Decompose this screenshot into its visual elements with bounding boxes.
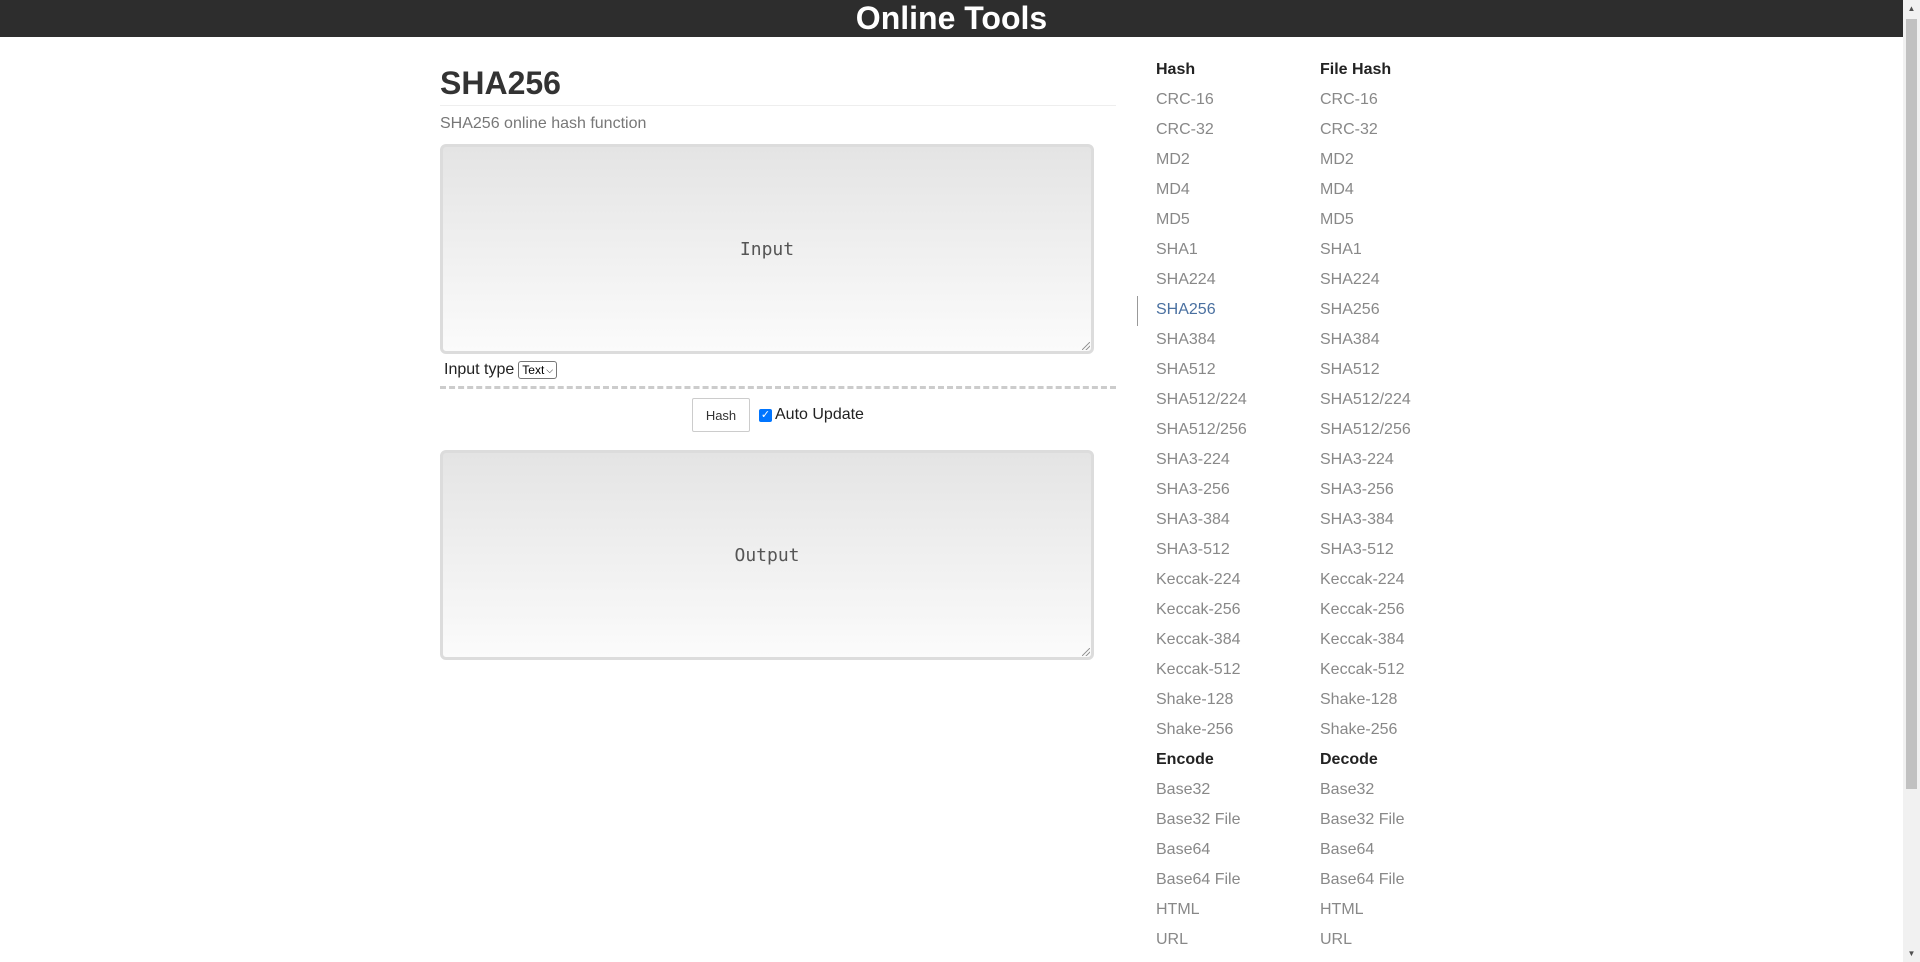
site-title[interactable]: Online Tools (856, 0, 1047, 37)
file-hash-link-shake-256[interactable]: Shake-256 (1320, 721, 1397, 739)
file-hash-link-sha3-384[interactable]: SHA3-384 (1320, 511, 1394, 529)
encode-heading: Encode (1156, 751, 1214, 768)
hash-link-keccak-384[interactable]: Keccak-384 (1156, 631, 1241, 649)
file-hash-link-sha512-224[interactable]: SHA512/224 (1320, 391, 1411, 409)
encode-link-url[interactable]: URL (1156, 931, 1188, 949)
encode-link-base32[interactable]: Base32 (1156, 781, 1210, 799)
hash-link-sha512[interactable]: SHA512 (1156, 361, 1216, 379)
encode-link-html[interactable]: HTML (1156, 901, 1200, 919)
hash-link-sha512-256[interactable]: SHA512/256 (1156, 421, 1247, 439)
auto-update-label[interactable]: Auto Update (775, 406, 864, 424)
hash-link-sha3-384[interactable]: SHA3-384 (1156, 511, 1230, 529)
file-hash-link-keccak-512[interactable]: Keccak-512 (1320, 661, 1405, 679)
decode-link-url[interactable]: URL (1320, 931, 1352, 949)
hash-link-md5[interactable]: MD5 (1156, 211, 1190, 229)
input-type-value: Text (522, 363, 545, 377)
input-type-select[interactable]: Text ⌵ (518, 361, 558, 379)
page-subtitle: SHA256 online hash function (440, 115, 647, 132)
file-hash-link-crc-32[interactable]: CRC-32 (1320, 121, 1378, 139)
chevron-down-icon: ⌵ (546, 365, 554, 375)
page-scrollbar[interactable]: ▲ ▼ (1903, 0, 1920, 962)
file-hash-link-md2[interactable]: MD2 (1320, 151, 1354, 169)
file-hash-link-md4[interactable]: MD4 (1320, 181, 1354, 199)
encode-link-base64-file[interactable]: Base64 File (1156, 871, 1241, 889)
scroll-up-icon[interactable]: ▲ (1903, 0, 1920, 17)
hash-link-sha512-224[interactable]: SHA512/224 (1156, 391, 1247, 409)
active-indicator (1137, 296, 1138, 326)
hash-controls: Hash ✓ Auto Update (692, 398, 864, 432)
hash-link-keccak-224[interactable]: Keccak-224 (1156, 571, 1241, 589)
file-hash-link-sha512[interactable]: SHA512 (1320, 361, 1380, 379)
output-placeholder: Output (734, 544, 800, 566)
file-hash-link-sha224[interactable]: SHA224 (1320, 271, 1380, 289)
hash-link-crc-32[interactable]: CRC-32 (1156, 121, 1214, 139)
file-hash-link-keccak-256[interactable]: Keccak-256 (1320, 601, 1405, 619)
hash-link-md4[interactable]: MD4 (1156, 181, 1190, 199)
hash-link-sha3-224[interactable]: SHA3-224 (1156, 451, 1230, 469)
hash-link-sha384[interactable]: SHA384 (1156, 331, 1216, 349)
file-hash-heading: File Hash (1320, 61, 1392, 78)
encode-link-base64[interactable]: Base64 (1156, 841, 1210, 859)
file-hash-link-keccak-384[interactable]: Keccak-384 (1320, 631, 1405, 649)
hash-link-keccak-256[interactable]: Keccak-256 (1156, 601, 1241, 619)
hash-link-sha1[interactable]: SHA1 (1156, 241, 1198, 259)
hash-link-sha3-512[interactable]: SHA3-512 (1156, 541, 1230, 559)
file-hash-link-shake-128[interactable]: Shake-128 (1320, 691, 1397, 709)
file-hash-link-crc-16[interactable]: CRC-16 (1320, 91, 1378, 109)
file-hash-link-sha384[interactable]: SHA384 (1320, 331, 1380, 349)
file-hash-link-sha3-256[interactable]: SHA3-256 (1320, 481, 1394, 499)
hash-link-crc-16[interactable]: CRC-16 (1156, 91, 1214, 109)
output-textarea[interactable]: Output (440, 450, 1094, 660)
file-hash-link-sha1[interactable]: SHA1 (1320, 241, 1362, 259)
hash-button[interactable]: Hash (692, 398, 750, 432)
hash-heading: Hash (1156, 61, 1196, 78)
input-type-label: Input type (444, 361, 515, 378)
hash-link-md2[interactable]: MD2 (1156, 151, 1190, 169)
file-hash-link-keccak-224[interactable]: Keccak-224 (1320, 571, 1405, 589)
top-header: Online Tools (0, 0, 1903, 37)
decode-heading: Decode (1320, 751, 1378, 768)
auto-update-checkbox[interactable]: ✓ (759, 408, 772, 422)
decode-link-base64[interactable]: Base64 (1320, 841, 1374, 859)
file-hash-link-sha3-512[interactable]: SHA3-512 (1320, 541, 1394, 559)
page-title: SHA256 (440, 67, 1116, 106)
hash-link-shake-128[interactable]: Shake-128 (1156, 691, 1233, 709)
resize-grip-icon[interactable] (1082, 342, 1090, 350)
hash-link-sha224[interactable]: SHA224 (1156, 271, 1216, 289)
hash-link-keccak-512[interactable]: Keccak-512 (1156, 661, 1241, 679)
hash-link-shake-256[interactable]: Shake-256 (1156, 721, 1233, 739)
divider (440, 386, 1116, 389)
scrollbar-thumb[interactable] (1906, 19, 1917, 789)
decode-link-base64-file[interactable]: Base64 File (1320, 871, 1405, 889)
file-hash-link-sha512-256[interactable]: SHA512/256 (1320, 421, 1411, 439)
file-hash-link-md5[interactable]: MD5 (1320, 211, 1354, 229)
hash-link-sha3-256[interactable]: SHA3-256 (1156, 481, 1230, 499)
input-type-row: Input type Text ⌵ (444, 361, 558, 379)
hash-link-sha256[interactable]: SHA256 (1156, 301, 1216, 319)
input-placeholder: Input (739, 238, 795, 260)
encode-link-base32-file[interactable]: Base32 File (1156, 811, 1241, 829)
decode-link-base32-file[interactable]: Base32 File (1320, 811, 1405, 829)
decode-link-base32[interactable]: Base32 (1320, 781, 1374, 799)
input-textarea[interactable]: Input (440, 144, 1094, 354)
resize-grip-icon[interactable] (1082, 648, 1090, 656)
file-hash-link-sha3-224[interactable]: SHA3-224 (1320, 451, 1394, 469)
file-hash-link-sha256[interactable]: SHA256 (1320, 301, 1380, 319)
scroll-down-icon[interactable]: ▼ (1903, 945, 1920, 962)
decode-link-html[interactable]: HTML (1320, 901, 1364, 919)
